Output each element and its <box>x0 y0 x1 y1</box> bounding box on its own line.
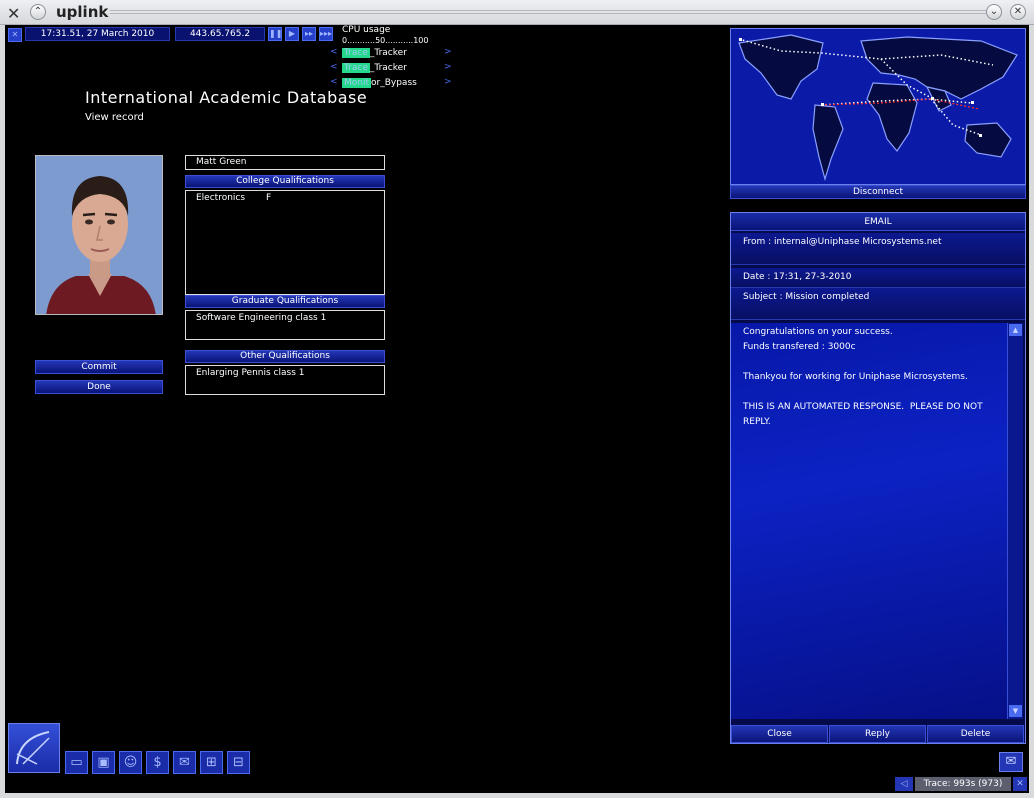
disconnect-button[interactable]: Disconnect <box>730 185 1026 199</box>
cpu-increase-icon[interactable]: > <box>444 77 452 87</box>
done-button[interactable]: Done <box>35 380 163 394</box>
game-screen: ✕ 17:31.51, 27 March 2010 443.65.765.2 ❚… <box>5 25 1029 793</box>
trace-label: Trace: 993s (973) <box>915 777 1011 791</box>
cpu-row-highlight: Trace <box>342 63 370 73</box>
fast-forward-icon[interactable]: ▸▸ <box>302 27 316 41</box>
cpu-usage-label: CPU usage <box>342 25 391 35</box>
email-title: EMAIL <box>731 213 1025 231</box>
cpu-row-label: _Tracker <box>369 48 407 58</box>
reply-button[interactable]: Reply <box>829 725 926 743</box>
mail-icon[interactable]: ✉ <box>173 751 196 774</box>
speaker-icon[interactable]: ◁ <box>895 777 913 791</box>
trace-status: ◁ Trace: 993s (973) ✕ <box>895 777 1029 791</box>
college-qualifications-box: Electronics F <box>185 190 385 295</box>
email-panel: EMAIL From : internal@Uniphase Microsyst… <box>730 212 1026 744</box>
cpu-row-trace-tracker-2[interactable]: < Trace _Tracker > <box>330 62 452 74</box>
new-mail-icon[interactable]: ✉ <box>999 752 1023 772</box>
cpu-increase-icon[interactable]: > <box>444 62 452 72</box>
email-subject: Subject : Mission completed <box>731 288 1025 320</box>
computer-icon[interactable]: ▭ <box>65 751 88 774</box>
cpu-row-label: _Tracker <box>369 63 407 73</box>
hud-datetime: 17:31.51, 27 March 2010 <box>25 27 170 41</box>
cpu-row-label: or_Bypass <box>371 78 417 88</box>
minimize-icon[interactable]: ⌄ <box>986 4 1002 20</box>
name-field: Matt Green <box>185 155 385 170</box>
other-qualifications-box: Enlarging Pennis class 1 <box>185 365 385 395</box>
cpu-usage-scale: 0...........50...........100 <box>342 36 429 45</box>
email-scrollbar[interactable]: ▲ ▼ <box>1007 323 1023 719</box>
hierarchy-icon[interactable]: ⊟ <box>227 751 250 774</box>
uplink-menu-icon[interactable] <box>8 723 60 773</box>
page-title: International Academic Database <box>85 88 368 107</box>
other-qualifications-header: Other Qualifications <box>185 350 385 363</box>
scroll-down-icon[interactable]: ▼ <box>1009 705 1022 717</box>
disk-icon[interactable]: ▣ <box>92 751 115 774</box>
close-icon[interactable]: ✕ <box>1010 4 1026 20</box>
people-icon[interactable]: ☺ <box>119 751 142 774</box>
person-photo <box>35 155 163 315</box>
titlebar-divider <box>110 10 986 14</box>
cpu-decrease-icon[interactable]: < <box>330 62 338 72</box>
window-title: uplink <box>56 3 109 21</box>
delete-button[interactable]: Delete <box>927 725 1024 743</box>
graduate-qualifications-header: Graduate Qualifications <box>185 295 385 308</box>
email-from: From : internal@Uniphase Microsystems.ne… <box>731 233 1025 265</box>
page-subtitle: View record <box>85 112 144 123</box>
college-subject: Electronics <box>196 193 246 203</box>
scroll-up-icon[interactable]: ▲ <box>1009 324 1022 336</box>
college-grade: F <box>265 193 272 203</box>
email-actions: Close Reply Delete <box>731 725 1025 743</box>
cpu-row-trace-tracker-1[interactable]: < Trace _Tracker > <box>330 47 452 59</box>
cpu-increase-icon[interactable]: > <box>444 47 452 57</box>
email-body: Congratulations on your success. Funds t… <box>731 323 1007 719</box>
trace-close-icon[interactable]: ✕ <box>1013 777 1027 791</box>
menu-icon[interactable]: ⌃ <box>30 4 46 20</box>
hud-ip: 443.65.765.2 <box>175 27 265 41</box>
college-qualifications-header: College Qualifications <box>185 175 385 188</box>
world-map[interactable] <box>730 28 1026 185</box>
cpu-row-highlight: Monit <box>342 78 372 88</box>
cpu-row-highlight: Trace <box>342 48 370 58</box>
fastest-icon[interactable]: ▸▸▸ <box>319 27 333 41</box>
app-logo-icon: ✕ <box>7 4 21 23</box>
graduate-qualifications-box: Software Engineering class 1 <box>185 310 385 340</box>
window-titlebar: ✕ ⌃ uplink ⌄ ✕ <box>0 0 1034 25</box>
commit-button[interactable]: Commit <box>35 360 163 374</box>
close-button[interactable]: Close <box>731 725 828 743</box>
play-icon[interactable]: ▶ <box>285 27 299 41</box>
cpu-decrease-icon[interactable]: < <box>330 77 338 87</box>
cpu-decrease-icon[interactable]: < <box>330 47 338 57</box>
email-date: Date : 17:31, 27-3-2010 <box>731 268 1025 288</box>
network-icon[interactable]: ⊞ <box>200 751 223 774</box>
pause-icon[interactable]: ❚❚ <box>268 27 282 41</box>
exit-icon[interactable]: ✕ <box>8 28 22 42</box>
finance-icon[interactable]: $ <box>146 751 169 774</box>
